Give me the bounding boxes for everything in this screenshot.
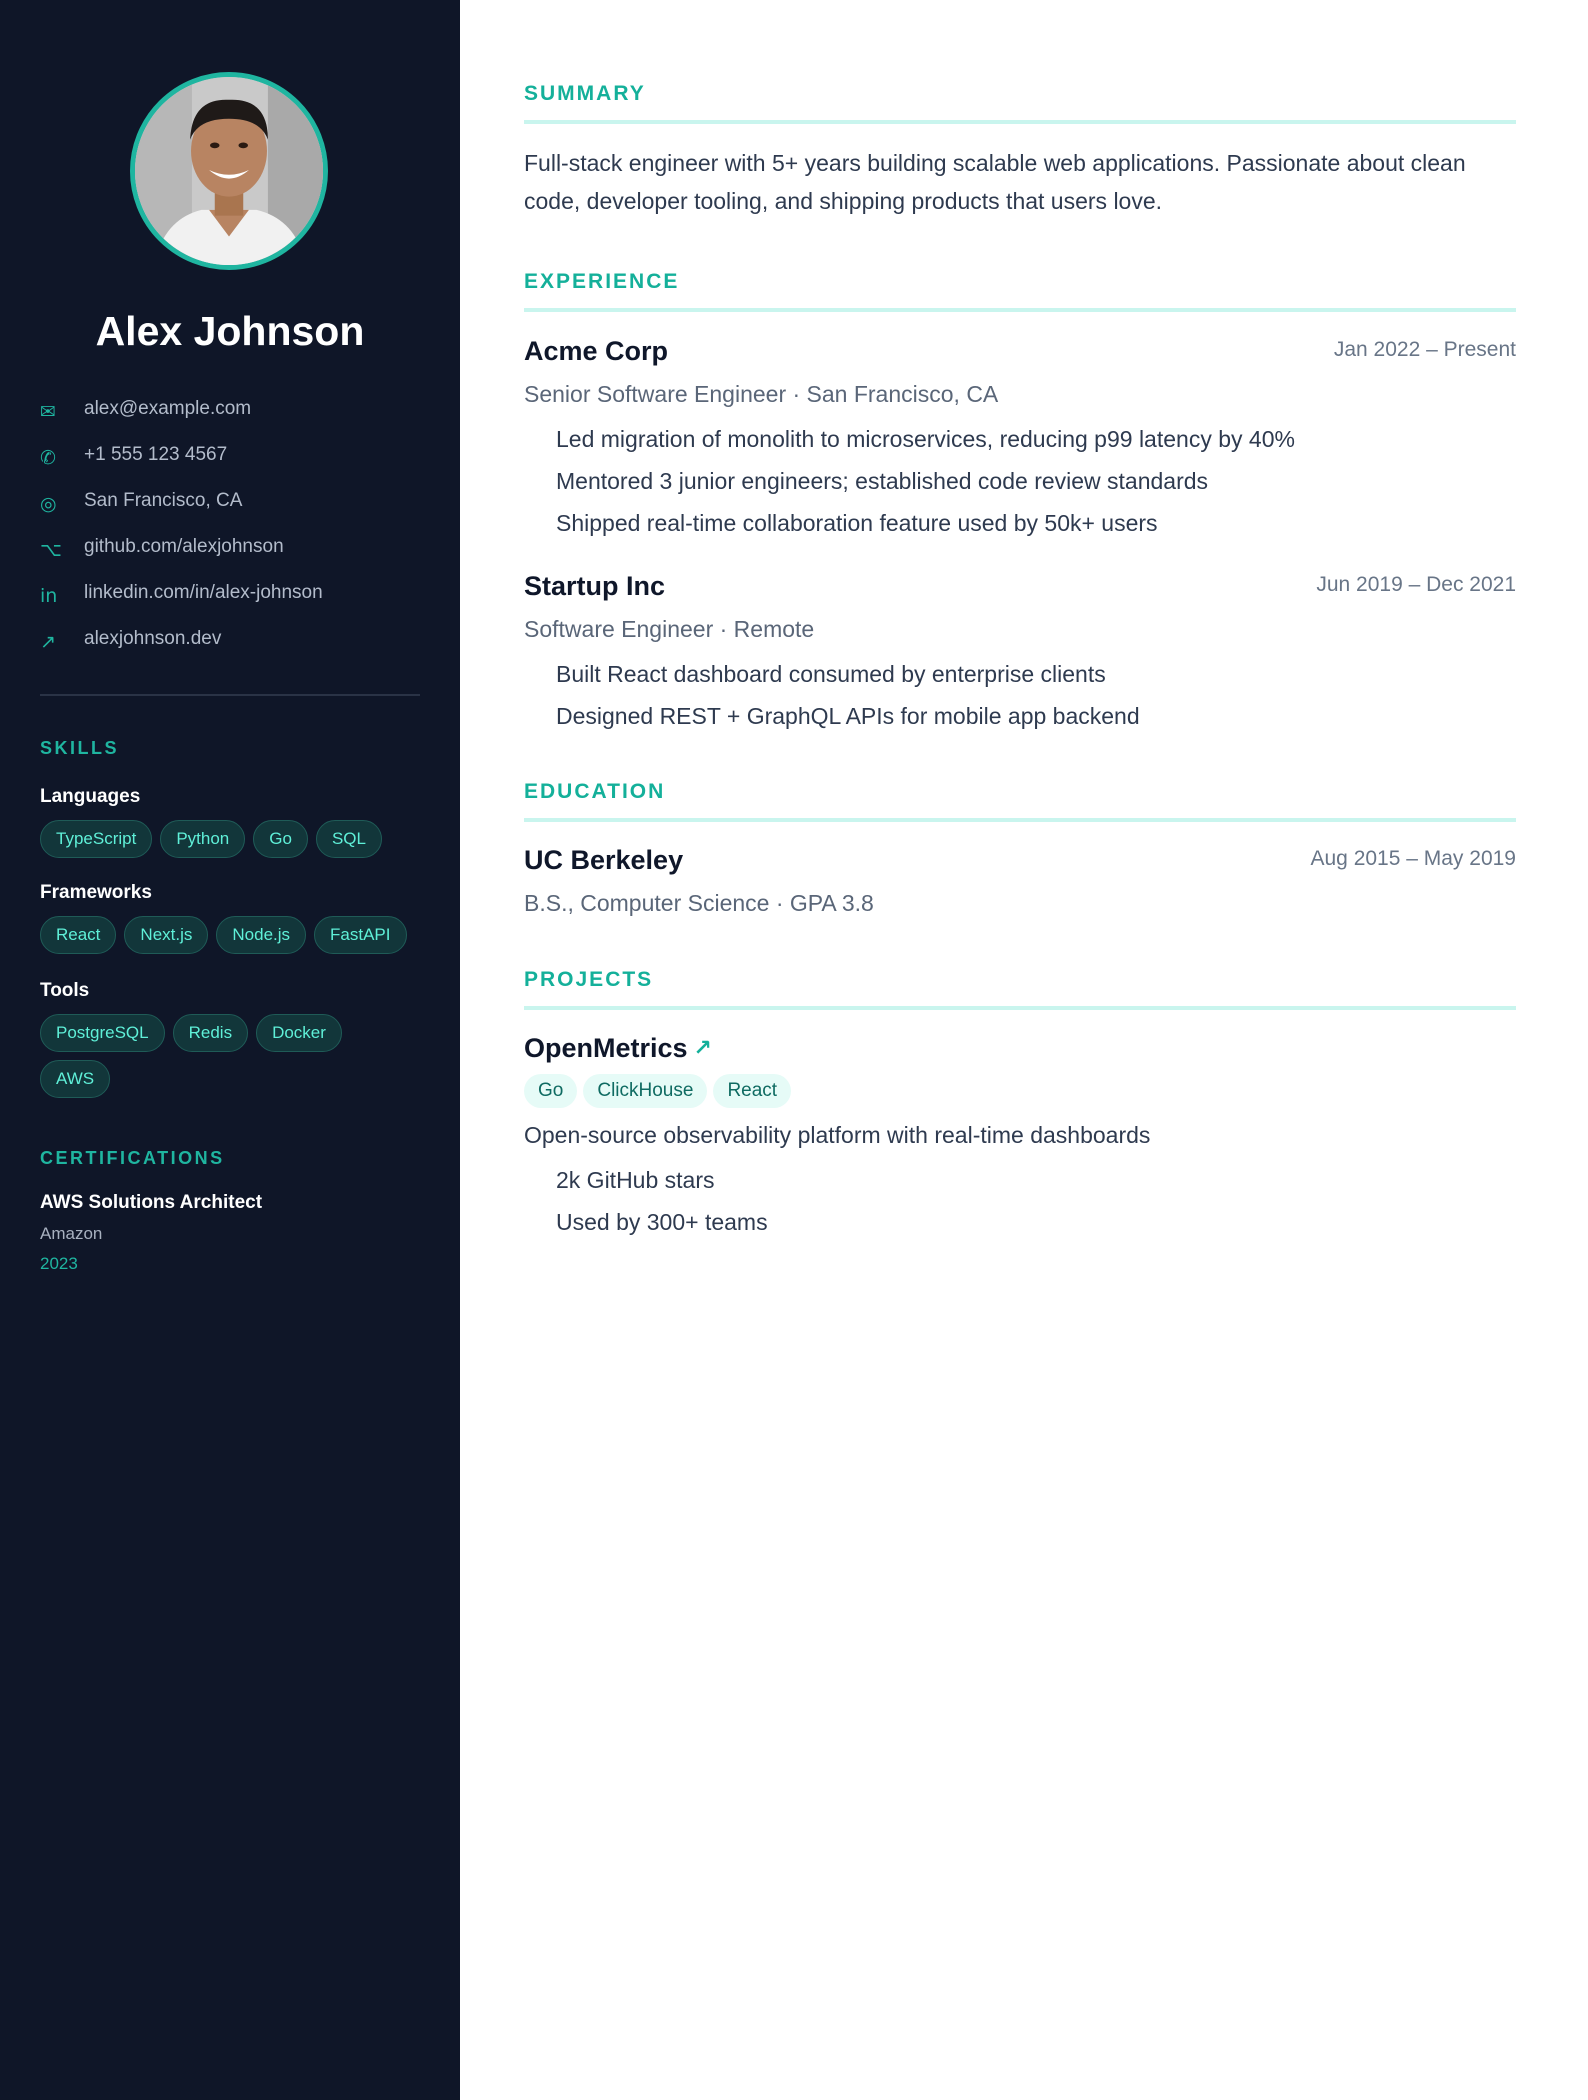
job-bullets: Built React dashboard consumed by enterp… [524,653,1516,737]
job-bullet: Built React dashboard consumed by enterp… [556,661,1106,687]
linkedin-icon: in [40,585,58,607]
experience-item: Startup Inc Jun 2019 – Dec 2021 Software… [524,571,1516,737]
skill-chips: PostgreSQL Redis Docker AWS [40,1014,370,1098]
project-bullets: 2k GitHub stars Used by 300+ teams [524,1159,1516,1243]
experience-item: Acme Corp Jan 2022 – Present Senior Soft… [524,336,1516,544]
certification-item: AWS Solutions Architect Amazon 2023 [40,1192,420,1274]
skill-chip: Next.js [124,916,209,954]
certifications-heading: CERTIFICATIONS [40,1148,225,1168]
phone-icon: ✆ [40,447,56,469]
job-bullet: Led migration of monolith to microservic… [556,426,1295,452]
profile-photo [135,77,323,265]
skill-chip: PostgreSQL [40,1014,165,1052]
contact-linkedin-text: linkedin.com/in/alex-johnson [84,582,323,603]
contact-email[interactable]: ✉ alex@example.com [40,386,420,432]
education-item: UC Berkeley Aug 2015 – May 2019 B.S., Co… [524,845,1516,917]
certification-year: 2023 [40,1254,78,1273]
job-role: Senior Software Engineer · San Francisco… [524,381,999,407]
project-tag: React [713,1074,792,1108]
contact-github-text: github.com/alexjohnson [84,536,284,557]
skill-group-title: Tools [40,980,90,1001]
sidebar: Alex Johnson ✉ alex@example.com ✆ +1 555… [0,0,460,2100]
project-description: Open-source observability platform with … [524,1122,1151,1148]
job-date: Jun 2019 – Dec 2021 [1316,573,1516,596]
education-school: UC Berkeley [524,845,684,875]
job-role: Software Engineer · Remote [524,616,815,642]
projects-heading: PROJECTS [524,968,1516,1010]
skill-chip: AWS [40,1060,111,1098]
contact-list: ✉ alex@example.com ✆ +1 555 123 4567 ◎ S… [40,386,420,662]
skill-chips: TypeScript Python Go SQL [40,820,430,858]
certification-issuer: Amazon [40,1224,103,1243]
job-bullets: Led migration of monolith to microservic… [524,418,1516,544]
sidebar-divider [40,694,420,696]
contact-location-text: San Francisco, CA [84,490,243,511]
education-heading: EDUCATION [524,780,1516,822]
skill-chip: Redis [172,1014,249,1052]
avatar [130,72,328,270]
job-bullet: Designed REST + GraphQL APIs for mobile … [556,703,1140,729]
skill-chip: SQL [315,820,382,858]
job-bullet: Shipped real-time collaboration feature … [556,510,1158,536]
job-company: Startup Inc [524,571,666,601]
profile-name: Alex Johnson [95,308,365,354]
project-bullet: 2k GitHub stars [556,1167,715,1193]
project-tag: ClickHouse [583,1074,708,1108]
contact-email-text: alex@example.com [84,398,252,419]
skill-chip: Python [160,820,246,858]
skill-chip: TypeScript [40,820,153,858]
project-name: OpenMetrics [524,1033,688,1063]
job-bullet: Mentored 3 junior engineers; established… [556,468,1209,494]
contact-phone-text: +1 555 123 4567 [84,444,228,465]
experience-heading: EXPERIENCE [524,270,1516,312]
location-icon: ◎ [40,493,57,515]
skill-chip: Docker [256,1014,342,1052]
skills-heading: SKILLS [40,738,120,758]
github-icon: ⌥ [40,539,62,561]
summary-heading: SUMMARY [524,82,1516,124]
education-degree: B.S., Computer Science · GPA 3.8 [524,890,874,916]
skill-group-tools: Tools PostgreSQL Redis Docker AWS [40,980,370,1098]
contact-github[interactable]: ⌥ github.com/alexjohnson [40,524,420,570]
skill-chips: React Next.js Node.js FastAPI [40,916,430,954]
certification-name: AWS Solutions Architect [40,1192,263,1213]
external-link-icon: ↗ [40,631,56,653]
contact-website-text: alexjohnson.dev [84,628,222,649]
education-date: Aug 2015 – May 2019 [1310,847,1517,870]
skill-group-languages: Languages TypeScript Python Go SQL [40,786,430,858]
skill-group-title: Languages [40,786,141,807]
project-bullet: Used by 300+ teams [556,1209,768,1235]
project-item: OpenMetrics ↗ Go ClickHouse React Open-s… [524,1033,1516,1243]
external-link-icon[interactable]: ↗ [694,1036,712,1061]
skill-chip: Node.js [216,916,307,954]
contact-linkedin[interactable]: in linkedin.com/in/alex-johnson [40,570,420,616]
skill-chip: React [40,916,117,954]
job-date: Jan 2022 – Present [1333,338,1516,361]
contact-location: ◎ San Francisco, CA [40,478,420,524]
contact-website[interactable]: ↗ alexjohnson.dev [40,616,420,662]
summary-text: Full-stack engineer with 5+ years buildi… [524,150,1466,214]
project-tag: Go [524,1074,578,1108]
skill-group-title: Frameworks [40,882,152,903]
project-tags: Go ClickHouse React [524,1074,1516,1108]
mail-icon: ✉ [40,401,56,423]
skill-chip: FastAPI [314,916,407,954]
skill-group-frameworks: Frameworks React Next.js Node.js FastAPI [40,882,430,954]
contact-phone[interactable]: ✆ +1 555 123 4567 [40,432,420,478]
job-company: Acme Corp [524,336,669,366]
skill-chip: Go [253,820,308,858]
